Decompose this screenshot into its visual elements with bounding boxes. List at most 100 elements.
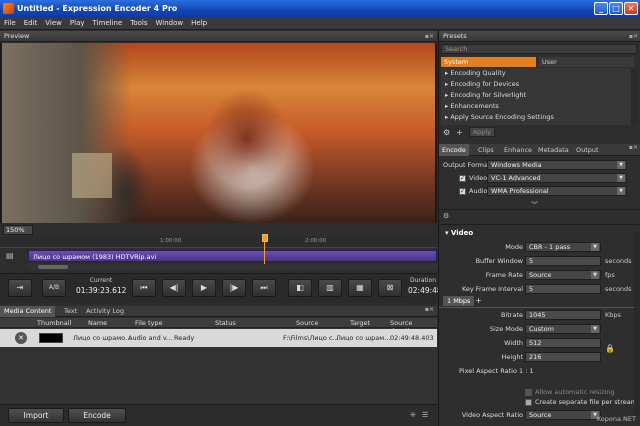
tab-metadata[interactable]: Metadata [535,144,572,156]
preset-tabs: System User [441,57,637,67]
pin-icon[interactable]: ▪✕ [629,144,638,151]
go-to-start-icon[interactable]: ⏮ [132,279,156,297]
tab-media-content[interactable]: Media Content [0,306,56,317]
height-input[interactable]: 216 [525,352,601,362]
zoom-select[interactable]: 150% [3,225,33,235]
set-in-out-icon[interactable]: ▦ [348,279,372,297]
buffer-window-input[interactable]: 5 [525,256,601,266]
column-file-type[interactable]: File type [135,319,162,327]
audio-codec-select[interactable]: WMA Professional ▼ [487,186,627,196]
menu-help[interactable]: Help [191,19,207,27]
table-row[interactable]: ✕ Лицо со шрамо... Audio and v... Ready … [0,329,437,347]
lock-icon[interactable]: 🔒 [605,344,615,353]
close-icon[interactable]: ✕ [624,2,638,15]
pin-icon[interactable]: ▪✕ [425,31,434,42]
output-format-select[interactable]: Windows Media ▼ [487,160,627,170]
size-mode-label: Size Mode [489,325,523,333]
tab-text[interactable]: Text [60,306,81,317]
chevron-down-icon: ▼ [617,161,625,169]
encode-button[interactable]: Encode [68,408,126,423]
gear-icon[interactable]: ⚙ [443,128,450,137]
playhead-handle-icon[interactable] [262,234,268,242]
tab-clips[interactable]: Clips [475,144,497,156]
add-stream-icon[interactable]: + [475,296,482,305]
step-forward-icon[interactable]: |▶ [222,279,246,297]
apply-button[interactable]: Apply [468,127,495,137]
tab-activity-log[interactable]: Activity Log [82,306,128,317]
separate-file-checkbox[interactable] [525,399,532,406]
separate-file-label: Create separate file per stream [535,398,638,406]
playhead[interactable] [262,234,268,264]
list-item[interactable]: ▸ Encoding for Devices [441,79,631,90]
column-source[interactable]: Source [296,319,318,327]
audio-checkbox[interactable]: ✓ [459,188,466,195]
timeline-ruler[interactable]: 1:00:00 2:00:00 [0,236,437,248]
bitrate-input[interactable]: 1045 [525,310,601,320]
menu-timeline[interactable]: Timeline [93,19,123,27]
allow-resizing-checkbox[interactable] [525,389,532,396]
preset-search-input[interactable]: Search [441,44,637,54]
remove-icon[interactable]: ✕ [15,332,27,344]
encode-tab-bar: Encode Clips Enhance Metadata Output ▪✕ [439,144,640,156]
split-icon[interactable]: ◧ [288,279,312,297]
encode-scrollbar[interactable] [634,231,640,416]
add-icon[interactable]: + [456,128,463,137]
column-thumbnail[interactable]: Thumbnail [37,319,71,327]
list-item[interactable]: ▸ Enhancements [441,101,631,112]
menu-window[interactable]: Window [156,19,184,27]
list-item[interactable]: ▸ Encoding for Silverlight [441,90,631,101]
pin-icon[interactable]: ▪✕ [629,31,638,42]
import-button[interactable]: Import [8,408,64,423]
buffer-window-label: Buffer Window [475,257,523,265]
preset-scrollbar[interactable] [631,68,637,125]
gear-icon[interactable]: ⚙ [443,212,449,220]
tab-enhance[interactable]: Enhance [501,144,535,156]
video-codec-select[interactable]: VC-1 Advanced ▼ [487,173,627,183]
menu-file[interactable]: File [4,19,16,27]
timeline-scrollbar[interactable] [28,264,437,270]
video-checkbox[interactable]: ✓ [459,175,466,182]
current-time: 01:39:23.612 [76,286,127,295]
video-aspect-label: Video Aspect Ratio [461,411,523,419]
chevron-down-icon: ▼ [617,187,625,195]
tab-system[interactable]: System [441,57,536,67]
height-label: Height [501,353,524,361]
timeline-clip[interactable]: Лицо со шрамом (1983) HDTVRip.avi [28,250,437,262]
frame-rate-select[interactable]: Source ▼ [525,270,601,280]
list-item[interactable]: ▸ Encoding Quality [441,68,631,79]
tab-stream-1mbps[interactable]: 1 Mbps [443,296,475,306]
app-window: Untitled - Expression Encoder 4 Pro _ □ … [0,0,640,426]
add-leader-icon[interactable]: ⇥ [8,279,32,297]
minimize-icon[interactable]: _ [594,2,608,15]
menu-tools[interactable]: Tools [130,19,147,27]
column-status[interactable]: Status [215,319,236,327]
width-input[interactable]: 512 [525,338,601,348]
maximize-icon[interactable]: □ [609,2,623,15]
clip-marker-icon[interactable]: ▥ [318,279,342,297]
menu-edit[interactable]: Edit [24,19,38,27]
menu-play[interactable]: Play [70,19,85,27]
divider [439,224,640,225]
pin-icon[interactable]: ▪✕ [425,306,434,313]
video-aspect-select[interactable]: Source ▼ [525,410,601,420]
play-icon[interactable]: ▶ [192,279,216,297]
media-table-header: Thumbnail Name File type Status Source T… [0,318,437,335]
tab-output[interactable]: Output [573,144,602,156]
remove-segment-icon[interactable]: ⊠ [378,279,402,297]
tab-user[interactable]: User [539,57,634,67]
tab-encode[interactable]: Encode [439,144,469,156]
step-back-icon[interactable]: ◀| [162,279,186,297]
timeline-scroll-thumb[interactable] [38,265,68,269]
column-name[interactable]: Name [88,319,107,327]
ab-compare-button[interactable]: A/B [42,279,66,297]
key-frame-input[interactable]: 5 [525,284,601,294]
size-mode-select[interactable]: Custom ▼ [525,324,601,334]
menu-view[interactable]: View [45,19,62,27]
list-item[interactable]: ▸ Apply Source Encoding Settings [441,112,631,123]
mode-select[interactable]: CBR - 1 pass ▼ [525,242,601,252]
go-to-end-icon[interactable]: ⏭ [252,279,276,297]
column-target[interactable]: Target [350,319,370,327]
grid-view-icon[interactable]: ⁜ [410,411,416,419]
row-file-type: Audio and v... [128,334,173,342]
list-view-icon[interactable]: ☰ [422,411,428,419]
